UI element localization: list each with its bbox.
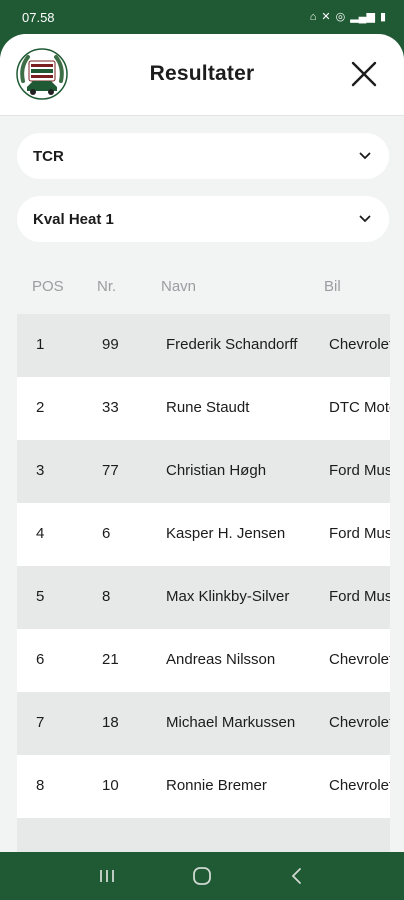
row-position: 5 xyxy=(36,588,45,605)
row-driver-name: Rune Staudt xyxy=(166,399,250,416)
row-car: DTC Motorsport xyxy=(329,399,390,416)
table-row[interactable]: 2 33 Rune Staudt DTC Motorsport xyxy=(17,377,390,440)
row-position: 7 xyxy=(36,714,45,731)
chevron-down-icon xyxy=(359,152,371,160)
row-number: 77 xyxy=(102,462,119,479)
home-button[interactable] xyxy=(182,856,222,896)
page-title: Resultater xyxy=(149,62,255,85)
table-row[interactable]: 3 77 Christian Høgh Ford Mustang xyxy=(17,440,390,503)
row-driver-name: Kasper H. Jensen xyxy=(166,525,286,542)
row-driver-name: Frederik Schandorff xyxy=(166,336,298,353)
table-header: POS Nr. Navn Bil xyxy=(0,272,404,302)
row-driver-name: Max Klinkby-Silver xyxy=(166,588,290,605)
row-car: Chevrolet xyxy=(329,714,390,731)
battery-icon: ▮ xyxy=(379,10,386,23)
close-button[interactable] xyxy=(348,58,380,90)
status-bar: 07.58 ⌂ ✕ ◎ ▂▄▆ ▮ xyxy=(0,0,404,34)
system-nav-bar xyxy=(0,852,404,900)
results-table[interactable]: 1 99 Frederik Schandorff Chevrolet 2 33 Rune S… xyxy=(17,314,390,852)
column-header-nr: Nr. xyxy=(97,278,117,295)
mute-icon: ✕ xyxy=(321,10,331,23)
table-row[interactable]: 8 10 Ronnie Bremer Chevrolet xyxy=(17,755,390,818)
home-icon: ⌂ xyxy=(309,10,317,23)
row-number: 10 xyxy=(102,777,119,794)
results-sheet: Resultater TCR Kval Heat 1 POS Nr. Navn … xyxy=(0,34,404,852)
row-position: 2 xyxy=(36,399,45,416)
row-number: 8 xyxy=(102,588,111,605)
signal-icon: ▂▄▆ xyxy=(350,10,375,23)
row-driver-name: Christian Høgh xyxy=(166,462,267,479)
row-car: Chevrolet xyxy=(329,777,390,794)
row-position: 1 xyxy=(36,336,45,353)
row-driver-name: Michael Markussen xyxy=(166,714,296,731)
column-header-car: Bil xyxy=(324,278,341,295)
status-icons: ⌂ ✕ ◎ ▂▄▆ ▮ xyxy=(309,10,386,23)
row-car: Ford Mustang xyxy=(329,462,390,479)
table-row[interactable]: 6 21 Andreas Nilsson Chevrolet xyxy=(17,629,390,692)
row-number: 6 xyxy=(102,525,111,542)
column-header-name: Navn xyxy=(161,278,197,295)
table-row[interactable]: 5 8 Max Klinkby-Silver Ford Mustang xyxy=(17,566,390,629)
status-time: 07.58 xyxy=(22,9,55,25)
row-car: Ford Mustang xyxy=(329,588,390,605)
row-position: 3 xyxy=(36,462,45,479)
table-row[interactable] xyxy=(17,818,390,852)
hotspot-icon: ◎ xyxy=(335,10,346,23)
back-icon xyxy=(291,868,301,884)
table-row[interactable]: 7 18 Michael Markussen Chevrolet xyxy=(17,692,390,755)
row-car: Chevrolet xyxy=(329,651,390,668)
row-position: 6 xyxy=(36,651,45,668)
class-select[interactable]: TCR xyxy=(17,133,389,179)
home-circle-icon xyxy=(193,867,211,885)
row-position: 8 xyxy=(36,777,45,794)
row-driver-name: Ronnie Bremer xyxy=(166,777,267,794)
row-car: Chevrolet xyxy=(329,336,390,353)
chevron-down-icon xyxy=(359,215,371,223)
session-select[interactable]: Kval Heat 1 xyxy=(17,196,389,242)
close-icon xyxy=(351,61,377,87)
table-row[interactable]: 4 6 Kasper H. Jensen Ford Mustang xyxy=(17,503,390,566)
row-driver-name: Andreas Nilsson xyxy=(166,651,276,668)
row-number: 99 xyxy=(102,336,119,353)
row-number: 18 xyxy=(102,714,119,731)
back-button[interactable] xyxy=(277,856,317,896)
column-header-pos: POS xyxy=(32,278,64,295)
header: Resultater xyxy=(0,34,404,116)
session-select-value: Kval Heat 1 xyxy=(33,210,114,228)
class-select-value: TCR xyxy=(33,147,64,165)
row-number: 21 xyxy=(102,651,119,668)
row-car: Ford Mustang xyxy=(329,525,390,542)
row-position: 4 xyxy=(36,525,45,542)
table-row[interactable]: 1 99 Frederik Schandorff Chevrolet xyxy=(17,314,390,377)
recent-apps-button[interactable] xyxy=(87,856,127,896)
recent-apps-icon xyxy=(100,870,115,882)
row-number: 33 xyxy=(102,399,119,416)
